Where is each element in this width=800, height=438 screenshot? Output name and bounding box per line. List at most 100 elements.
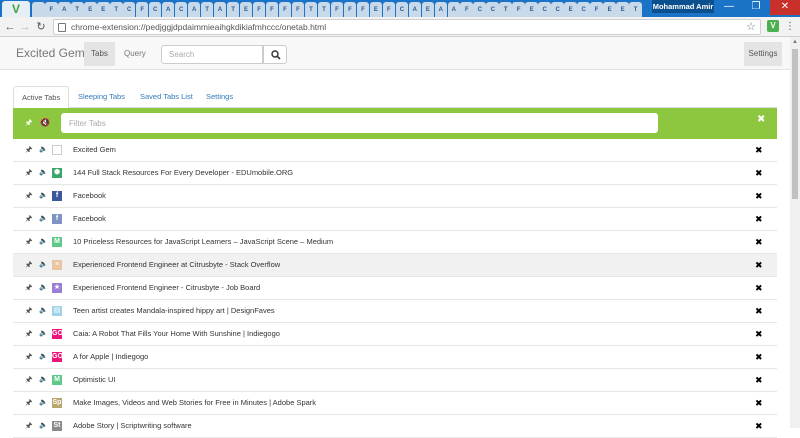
pin-icon[interactable]: 🖈 (25, 214, 32, 224)
browser-tab[interactable]: A (213, 2, 227, 17)
tab-row[interactable]: 🖈 🔈 St Adobe Story | Scriptwriting software… (13, 415, 777, 438)
browser-tab[interactable]: A (434, 2, 448, 17)
browser-tab[interactable]: C (577, 2, 590, 17)
browser-tab[interactable]: T (629, 2, 642, 17)
mute-icon[interactable]: 🔇 (40, 118, 50, 128)
browser-tab[interactable]: F (512, 2, 526, 17)
tab-row[interactable]: 🖈 🔈 ★ Experienced Frontend Engineer - Citru… (13, 277, 777, 300)
pin-icon[interactable]: 🖈 (25, 168, 32, 178)
browser-tab[interactable]: C (486, 2, 500, 17)
browser-tab[interactable]: F (278, 2, 292, 17)
browser-tab[interactable]: A (447, 2, 461, 17)
close-all-icon[interactable]: ✖ (757, 114, 765, 125)
browser-tab[interactable]: T (70, 2, 84, 17)
minimize-icon[interactable]: — (716, 0, 742, 15)
speaker-icon[interactable]: 🔈 (39, 398, 48, 408)
browser-tab[interactable]: F (590, 2, 603, 17)
speaker-icon[interactable]: 🔈 (39, 306, 48, 316)
browser-tab[interactable]: F (343, 2, 357, 17)
tab-row[interactable]: 🖈 🔈 f Facebook ✖ (13, 208, 777, 231)
browser-tab[interactable]: T (317, 2, 331, 17)
browser-tab[interactable]: C (148, 2, 162, 17)
tab-title[interactable]: Optimistic UI (73, 374, 116, 386)
browser-tab[interactable]: C (122, 2, 136, 17)
browser-tab[interactable]: E (603, 2, 616, 17)
nav-settings-link[interactable]: Settings (744, 42, 782, 66)
brand[interactable]: Excited Gem (16, 46, 85, 60)
tab-title[interactable]: Experienced Frontend Engineer at Citrusb… (73, 259, 280, 271)
browser-tab[interactable]: T (304, 2, 318, 17)
tab-title[interactable]: Excited Gem (73, 144, 116, 156)
close-icon[interactable]: ✖ (755, 144, 763, 156)
close-icon[interactable]: ✖ (755, 167, 763, 179)
scrollbar-thumb[interactable] (792, 49, 798, 199)
tab-row[interactable]: 🖈 🔈 f Facebook ✖ (13, 185, 777, 208)
tab-title[interactable]: Facebook (73, 213, 106, 225)
browser-tab[interactable]: A (187, 2, 201, 17)
browser-tab[interactable]: C (473, 2, 487, 17)
address-bar[interactable]: chrome-extension://pedjggjdpdaimmieaihgk… (53, 19, 761, 35)
browser-tab[interactable]: F (460, 2, 474, 17)
close-icon[interactable]: ✖ (755, 259, 763, 271)
browser-tab[interactable]: E (83, 2, 97, 17)
browser-tab[interactable]: E (96, 2, 110, 17)
extension-icon[interactable]: V (767, 20, 779, 32)
speaker-icon[interactable]: 🔈 (39, 145, 48, 155)
browser-tab[interactable]: F (265, 2, 279, 17)
forward-arrow-icon[interactable]: → (19, 20, 31, 34)
browser-tab[interactable]: C (538, 2, 551, 17)
browser-tab[interactable]: F (291, 2, 305, 17)
tab-title[interactable]: Adobe Story | Scriptwriting software (73, 420, 192, 432)
browser-tab[interactable]: T (109, 2, 123, 17)
profile-name[interactable]: Mohammad Amir (652, 0, 714, 13)
nav-tabs-link[interactable]: Tabs (84, 42, 115, 66)
browser-tab[interactable]: F (252, 2, 266, 17)
pin-icon[interactable]: 🖈 (25, 283, 32, 293)
pin-icon[interactable]: 🖈 (25, 191, 32, 201)
close-icon[interactable]: ✖ (755, 397, 763, 409)
pin-icon[interactable]: 🖈 (25, 260, 32, 270)
tab-row[interactable]: 🖈 🔈 Sp Make Images, Videos and Web Stories … (13, 392, 777, 415)
tab-saved-tabs-list[interactable]: Saved Tabs List (132, 86, 201, 108)
close-icon[interactable]: ✖ (755, 236, 763, 248)
speaker-icon[interactable]: 🔈 (39, 375, 48, 385)
close-icon[interactable]: ✖ (755, 213, 763, 225)
speaker-icon[interactable]: 🔈 (39, 214, 48, 224)
browser-tab[interactable]: E (369, 2, 383, 17)
pin-icon[interactable]: 🖈 (25, 306, 32, 316)
browser-tab-active[interactable]: V (2, 1, 30, 17)
browser-tab[interactable]: F (135, 2, 149, 17)
maximize-icon[interactable]: ❐ (743, 0, 769, 15)
tab-active-tabs[interactable]: Active Tabs (13, 86, 70, 109)
browser-tab[interactable]: T (226, 2, 240, 17)
speaker-icon[interactable]: 🔈 (39, 191, 48, 201)
browser-tab[interactable]: E (421, 2, 435, 17)
browser-tab[interactable]: A (408, 2, 422, 17)
browser-tab[interactable]: F (44, 2, 58, 17)
browser-tab[interactable]: C (395, 2, 409, 17)
speaker-icon[interactable]: 🔈 (39, 352, 48, 362)
speaker-icon[interactable]: 🔈 (39, 329, 48, 339)
tab-sleeping-tabs[interactable]: Sleeping Tabs (70, 86, 133, 108)
browser-tab[interactable]: C (174, 2, 188, 17)
pin-icon[interactable]: 🖈 (25, 118, 32, 128)
tab-row[interactable]: 🖈 🔈 GO A for Apple | Indiegogo ✖ (13, 346, 777, 369)
tab-row[interactable]: 🖈 🔈 ≡ Experienced Frontend Engineer at Citr… (13, 254, 777, 277)
speaker-icon[interactable]: 🔈 (39, 283, 48, 293)
close-icon[interactable]: ✖ (755, 305, 763, 317)
browser-tab[interactable]: E (616, 2, 629, 17)
tab-settings[interactable]: Settings (198, 86, 241, 108)
nav-query-link[interactable]: Query (117, 42, 153, 66)
browser-tab[interactable]: E (525, 2, 538, 17)
pin-icon[interactable]: 🖈 (25, 329, 32, 339)
speaker-icon[interactable]: 🔈 (39, 237, 48, 247)
browser-tab[interactable] (32, 2, 45, 17)
tab-title[interactable]: Caia: A Robot That Fills Your Home With … (73, 328, 280, 340)
browser-tab[interactable]: F (382, 2, 396, 17)
tab-title[interactable]: 144 Full Stack Resources For Every Devel… (73, 167, 293, 179)
pin-icon[interactable]: 🖈 (25, 398, 32, 408)
close-icon[interactable]: ✖ (755, 420, 763, 432)
speaker-icon[interactable]: 🔈 (39, 421, 48, 431)
tab-row[interactable]: 🖈 🔈 ⬢ 144 Full Stack Resources For Every De… (13, 162, 777, 185)
tab-title[interactable]: Make Images, Videos and Web Stories for … (73, 397, 316, 409)
